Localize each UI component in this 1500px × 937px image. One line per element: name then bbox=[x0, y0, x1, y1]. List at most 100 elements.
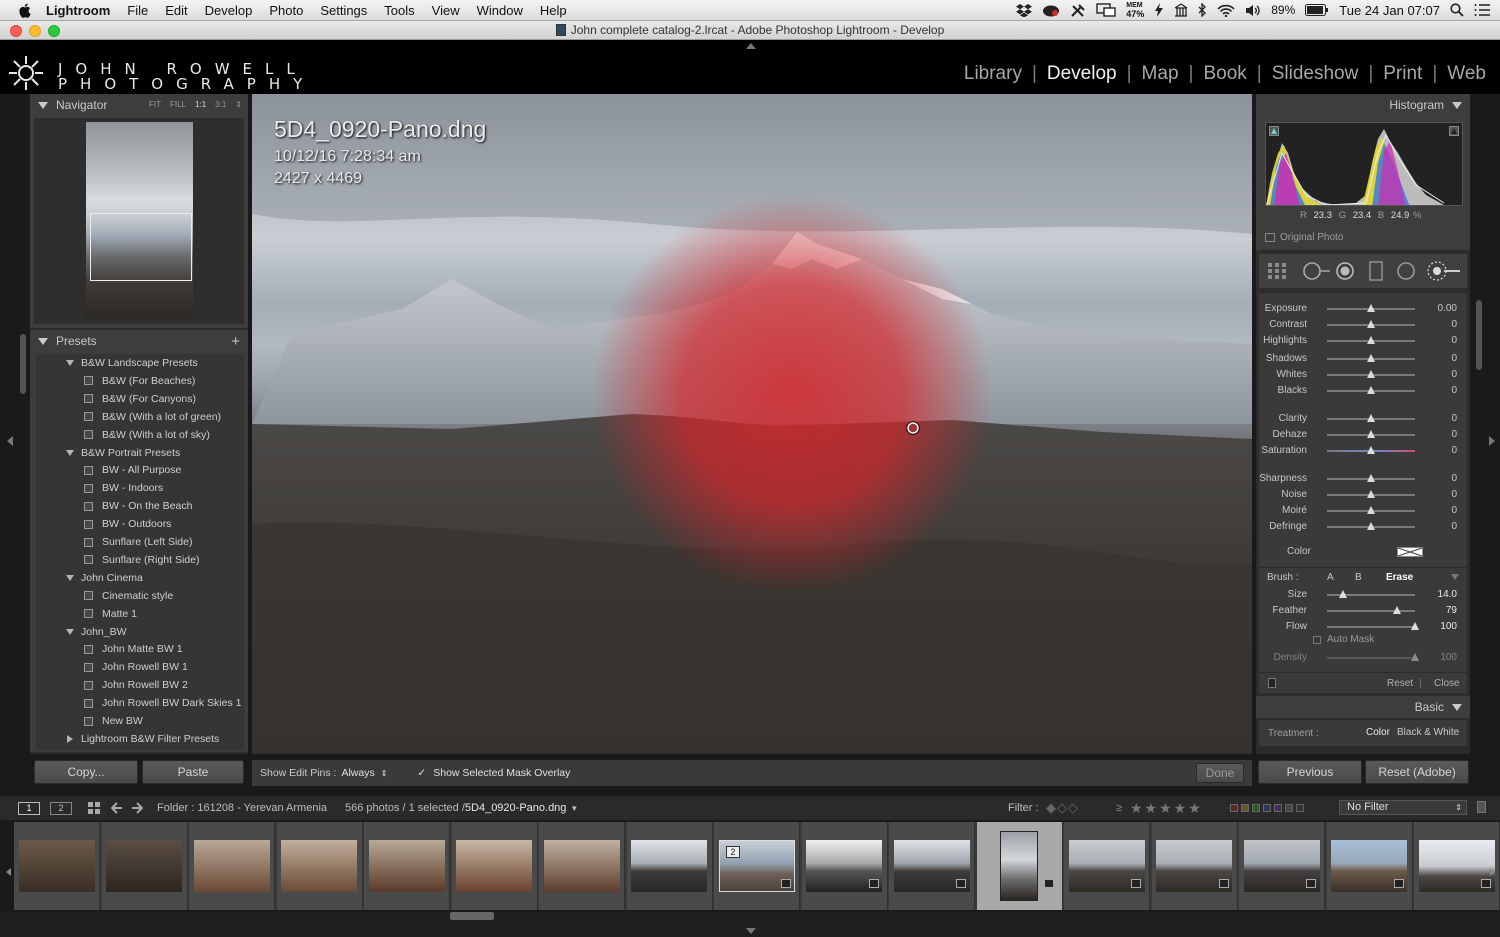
module-map[interactable]: Map bbox=[1138, 63, 1183, 85]
presets-header[interactable]: Presets + bbox=[30, 330, 248, 352]
zoom-fill[interactable]: FILL bbox=[170, 100, 186, 109]
right-panel-scrollbar[interactable] bbox=[1476, 300, 1482, 370]
zoom-fit[interactable]: FIT bbox=[149, 100, 161, 109]
slider-thumb[interactable] bbox=[1411, 653, 1419, 661]
spotlight-search-icon[interactable] bbox=[1450, 3, 1464, 17]
bluetooth-icon[interactable] bbox=[1198, 3, 1207, 17]
green-label-icon[interactable] bbox=[1252, 804, 1260, 812]
collapse-triangle-icon[interactable] bbox=[1452, 101, 1462, 109]
filmstrip-thumbnail[interactable] bbox=[1414, 822, 1500, 910]
module-develop[interactable]: Develop bbox=[1043, 63, 1121, 85]
slider-thumb[interactable] bbox=[1367, 370, 1375, 378]
folder-expanded-icon[interactable] bbox=[66, 574, 74, 581]
left-panel-toggle-icon[interactable] bbox=[7, 436, 13, 446]
slider-blacks[interactable]: Blacks 0 bbox=[1259, 383, 1467, 399]
filmstrip-thumbnail[interactable] bbox=[1239, 822, 1325, 910]
slider-noise[interactable]: Noise 0 bbox=[1259, 487, 1467, 503]
preset-item[interactable]: BW - Outdoors bbox=[32, 515, 171, 533]
add-preset-button[interactable]: + bbox=[231, 333, 240, 350]
menu-help[interactable]: Help bbox=[540, 3, 567, 18]
slider-thumb[interactable] bbox=[1367, 354, 1375, 362]
mask-overlay-checkbox[interactable]: ✓ bbox=[417, 767, 426, 779]
slider-thumb[interactable] bbox=[1367, 336, 1375, 344]
shadow-clipping-icon[interactable] bbox=[1269, 126, 1279, 136]
slider-thumb[interactable] bbox=[1367, 386, 1375, 394]
slider-track[interactable] bbox=[1327, 657, 1415, 659]
preset-item[interactable]: B&W (With a lot of green) bbox=[32, 408, 221, 426]
preset-item[interactable]: Sunflare (Right Side) bbox=[32, 551, 199, 569]
navigator-zoom-box[interactable] bbox=[90, 213, 192, 281]
folder-expanded-icon[interactable] bbox=[66, 628, 74, 635]
slider-thumb[interactable] bbox=[1367, 446, 1375, 454]
creative-cloud-icon[interactable] bbox=[1042, 4, 1060, 17]
preset-folder[interactable]: John_BW bbox=[36, 623, 127, 641]
slider-contrast[interactable]: Contrast 0 bbox=[1259, 317, 1467, 333]
slider-thumb[interactable] bbox=[1367, 490, 1375, 498]
module-web[interactable]: Web bbox=[1443, 63, 1490, 85]
adjustment-brush-icon[interactable] bbox=[1425, 259, 1461, 283]
wifi-icon[interactable] bbox=[1217, 4, 1235, 17]
brush-b-tab[interactable]: B bbox=[1355, 572, 1362, 583]
preset-item[interactable]: BW - All Purpose bbox=[32, 461, 181, 479]
original-photo-toggle[interactable]: Original Photo bbox=[1265, 232, 1343, 243]
folder-breadcrumb[interactable]: Folder : 161208 - Yerevan Armenia bbox=[157, 802, 327, 814]
filmstrip-thumbnail[interactable] bbox=[539, 822, 625, 910]
histogram-chart[interactable] bbox=[1265, 122, 1463, 206]
slider-track[interactable] bbox=[1327, 626, 1415, 628]
preset-item[interactable]: New BW bbox=[32, 712, 143, 730]
yellow-label-icon[interactable] bbox=[1241, 804, 1249, 812]
menu-tools[interactable]: Tools bbox=[384, 3, 414, 18]
rating-operator[interactable]: ≥ bbox=[1116, 802, 1122, 814]
filmstrip-scroll-right-icon[interactable] bbox=[1490, 868, 1495, 876]
preset-folder[interactable]: B&W Portrait Presets bbox=[36, 444, 180, 462]
red-label-icon[interactable] bbox=[1230, 804, 1238, 812]
main-photo-view[interactable]: 5D4_0920-Pano.dng 10/12/16 7:28:34 am 24… bbox=[252, 94, 1252, 754]
stack-count-badge[interactable]: 2 bbox=[726, 846, 740, 858]
red-eye-icon[interactable] bbox=[1335, 261, 1355, 281]
filmstrip-thumbnail[interactable] bbox=[801, 822, 888, 910]
slider-thumb[interactable] bbox=[1367, 414, 1375, 422]
module-library[interactable]: Library bbox=[960, 63, 1026, 85]
preset-item[interactable]: B&W (For Beaches) bbox=[32, 372, 195, 390]
filmstrip-thumbnail[interactable] bbox=[889, 822, 975, 910]
slider-thumb[interactable] bbox=[1367, 506, 1375, 514]
slider-clarity[interactable]: Clarity 0 bbox=[1259, 411, 1467, 427]
filmstrip-thumbnail[interactable] bbox=[976, 822, 1063, 910]
slider-thumb[interactable] bbox=[1367, 430, 1375, 438]
memory-indicator[interactable]: MEM 47% bbox=[1126, 2, 1144, 19]
star-rating-filter[interactable]: ★★★★★ bbox=[1130, 800, 1203, 817]
battery-icon[interactable] bbox=[1305, 4, 1329, 16]
slider-thumb[interactable] bbox=[1367, 474, 1375, 482]
paste-settings-button[interactable]: Paste bbox=[142, 760, 244, 784]
filmstrip-thumbnail[interactable] bbox=[276, 822, 363, 910]
window-zoom-button[interactable] bbox=[48, 25, 60, 37]
menu-view[interactable]: View bbox=[432, 3, 460, 18]
histogram-header[interactable]: Histogram bbox=[1256, 94, 1470, 116]
window-minimize-button[interactable] bbox=[29, 25, 41, 37]
graduated-filter-icon[interactable] bbox=[1369, 261, 1383, 281]
density-slider[interactable]: Density 100 bbox=[1259, 650, 1467, 666]
brush-a-tab[interactable]: A bbox=[1327, 572, 1334, 583]
filmstrip-thumbnail[interactable] bbox=[189, 822, 275, 910]
secondary-window-button[interactable]: 2 bbox=[50, 801, 72, 815]
menubar-clock[interactable]: Tue 24 Jan 07:07 bbox=[1339, 3, 1440, 18]
right-panel-toggle-icon[interactable] bbox=[1489, 436, 1495, 446]
display-icon[interactable] bbox=[1096, 3, 1116, 17]
brush-switch-icon[interactable] bbox=[1268, 678, 1276, 688]
module-slideshow[interactable]: Slideshow bbox=[1268, 63, 1363, 85]
forward-arrow-icon[interactable] bbox=[131, 802, 143, 814]
color-swatch[interactable] bbox=[1397, 547, 1423, 557]
battery-percent[interactable]: 89% bbox=[1271, 3, 1295, 17]
filmstrip-thumbnail[interactable] bbox=[1064, 822, 1150, 910]
window-close-button[interactable] bbox=[10, 25, 22, 37]
blue-label-icon[interactable] bbox=[1263, 804, 1271, 812]
slider-exposure[interactable]: Exposure 0.00 bbox=[1259, 301, 1467, 317]
filmstrip-thumbnail[interactable] bbox=[101, 822, 188, 910]
slider-thumb[interactable] bbox=[1411, 622, 1419, 630]
preset-folder[interactable]: John Cinema bbox=[36, 569, 143, 587]
collapse-triangle-icon[interactable] bbox=[38, 337, 48, 345]
preset-folder[interactable]: B&W Landscape Presets bbox=[36, 354, 198, 372]
filmstrip-thumbnail[interactable] bbox=[451, 822, 538, 910]
filter-lock-icon[interactable] bbox=[1477, 801, 1486, 813]
filmstrip-thumbnail[interactable] bbox=[626, 822, 713, 910]
